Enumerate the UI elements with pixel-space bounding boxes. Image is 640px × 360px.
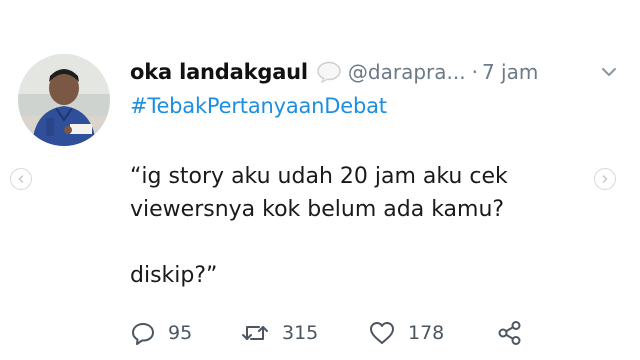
like-count: 178	[408, 322, 445, 344]
share-button[interactable]	[496, 320, 524, 346]
action-bar: 95 315 178	[130, 318, 524, 348]
tweet-header: oka landakgaul @darapra... · 7 jam	[130, 57, 620, 87]
avatar[interactable]	[18, 54, 110, 146]
chevron-right-icon[interactable]	[594, 168, 616, 190]
retweet-count: 315	[282, 322, 319, 344]
tweet-text: “ig story aku udah 20 jam aku cek viewer…	[130, 160, 590, 292]
like-button[interactable]: 178	[368, 320, 496, 346]
tweet-line: viewersnya kok belum ada kamu?	[130, 197, 505, 222]
user-handle[interactable]: @darapra...	[348, 60, 466, 84]
timestamp[interactable]: 7 jam	[482, 60, 538, 84]
chevron-down-icon[interactable]	[598, 61, 620, 83]
display-name[interactable]: oka landakgaul	[130, 60, 308, 84]
retweet-icon	[240, 320, 270, 346]
reply-count: 95	[168, 322, 193, 344]
tweet-line: “ig story aku udah 20 jam aku cek	[130, 164, 508, 189]
chevron-left-icon[interactable]	[10, 168, 32, 190]
reply-icon	[130, 320, 156, 346]
share-icon	[496, 320, 524, 346]
reply-button[interactable]: 95	[130, 320, 240, 346]
tweet-line: diskip?”	[130, 263, 218, 288]
tweet-card: oka landakgaul @darapra... · 7 jam #Teba…	[0, 0, 640, 360]
meta-separator: ·	[471, 60, 478, 84]
heart-icon	[368, 320, 396, 346]
speech-bubble-icon	[316, 61, 342, 84]
hashtag-link[interactable]: #TebakPertanyaanDebat	[130, 94, 387, 118]
retweet-button[interactable]: 315	[240, 320, 368, 346]
